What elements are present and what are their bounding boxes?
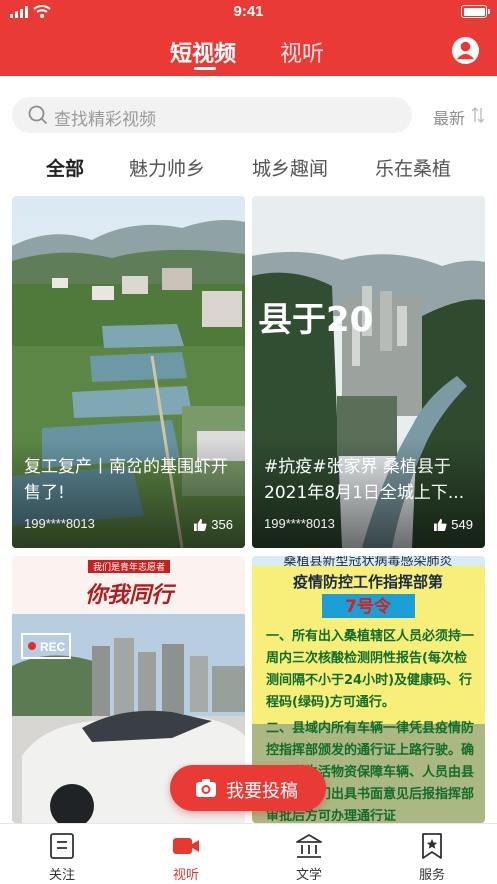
submit-video-button[interactable]: 我要投稿 bbox=[170, 765, 326, 811]
notice-paragraph-1: 一、所有出入桑植辖区人员必须持一周内三次核酸检测阴性报告(每次检测间隔不小于24… bbox=[266, 629, 475, 710]
category-sangzhi-fun[interactable]: 乐在桑植 bbox=[375, 154, 451, 181]
video-card[interactable]: 县于20 #抗疫#张家界 桑植县于2021年8月1日全城上下... 199***… bbox=[252, 196, 485, 548]
active-tab-indicator bbox=[194, 67, 216, 70]
like-count[interactable]: 356 bbox=[194, 517, 233, 532]
submit-video-label: 我要投稿 bbox=[226, 781, 298, 802]
slogan-text: 你我同行 bbox=[85, 582, 177, 608]
app-header: 9:41 短视频 视听 bbox=[0, 0, 497, 76]
video-author: 199****8013 bbox=[264, 516, 335, 531]
category-all[interactable]: 全部 bbox=[46, 154, 84, 181]
notice-headline: 疫情防控工作指挥部第 bbox=[293, 573, 443, 591]
category-local-stories[interactable]: 城乡趣闻 bbox=[252, 154, 328, 181]
video-title: 复工复产丨南岔的基围虾开售了! bbox=[24, 457, 228, 503]
video-camera-icon bbox=[173, 838, 199, 854]
bottom-nav: 关注 视听 文学 服务 bbox=[0, 823, 497, 884]
status-bar: 9:41 bbox=[0, 0, 497, 24]
museum-icon bbox=[296, 834, 322, 858]
search-placeholder: 查找精彩视频 bbox=[54, 110, 156, 130]
like-count[interactable]: 549 bbox=[434, 517, 473, 532]
tab-audio-visual[interactable]: 视听 bbox=[280, 36, 324, 68]
bookmark-star-icon bbox=[422, 833, 442, 859]
nav-audio-visual[interactable]: 视听 bbox=[136, 824, 236, 884]
follow-icon bbox=[50, 833, 74, 859]
nav-services[interactable]: 服务 bbox=[382, 824, 482, 884]
status-time: 9:41 bbox=[233, 3, 264, 20]
video-author: 199****8013 bbox=[24, 516, 95, 531]
tab-short-video[interactable]: 短视频 bbox=[170, 36, 236, 68]
user-icon[interactable] bbox=[451, 36, 480, 65]
video-title: #抗疫#张家界 桑植县于2021年8月1日全城上下... bbox=[264, 457, 465, 503]
video-overlay-text: 县于20 bbox=[258, 300, 373, 340]
volunteer-banner: 我们是青年志愿者 bbox=[93, 561, 165, 573]
category-charm-town[interactable]: 魅力帅乡 bbox=[129, 154, 205, 181]
nav-follow[interactable]: 关注 bbox=[12, 824, 112, 884]
video-card[interactable]: 复工复产丨南岔的基围虾开售了! 199****8013 356 bbox=[12, 196, 245, 548]
search-icon bbox=[28, 105, 48, 125]
nav-literature[interactable]: 文学 bbox=[259, 824, 359, 884]
battery-icon bbox=[461, 5, 490, 18]
notice-top-text: 桑植县新型冠状病毒感染肺炎 bbox=[283, 556, 452, 569]
thumbs-up-icon bbox=[194, 518, 207, 531]
sort-icon[interactable] bbox=[470, 106, 486, 124]
thumbs-up-icon bbox=[434, 518, 447, 531]
rec-badge: REC bbox=[40, 640, 66, 654]
camera-icon bbox=[196, 779, 216, 797]
search-input[interactable]: 查找精彩视频 bbox=[12, 97, 412, 133]
notice-order-number: 7号令 bbox=[345, 596, 392, 617]
sort-latest-button[interactable]: 最新 bbox=[433, 105, 465, 129]
